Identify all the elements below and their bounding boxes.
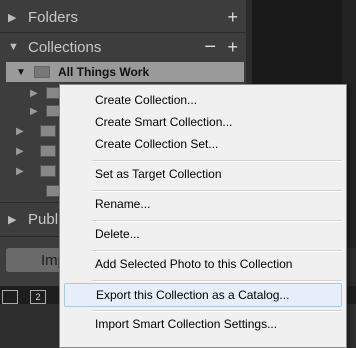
menu-item-label: Import Smart Collection Settings... [95,317,278,331]
menu-item-delete[interactable]: Delete... [64,222,342,246]
menu-item-export-as-catalog[interactable]: Export this Collection as a Catalog... [64,283,342,307]
publish-label: Publi [28,210,62,228]
page-one-button[interactable] [2,290,18,304]
folders-header[interactable]: ▶ Folders + [0,2,246,32]
collapse-triangle-icon: ▶ [8,213,17,226]
menu-separator [92,280,342,282]
remove-collection-icon[interactable]: − [204,36,216,59]
menu-item-rename[interactable]: Rename... [64,192,342,216]
page-two-button[interactable]: 2 [30,290,46,304]
collections-header[interactable]: ▼ Collections − + [0,32,246,62]
menu-item-set-target[interactable]: Set as Target Collection [64,162,342,186]
menu-item-label: Export this Collection as a Catalog... [96,288,290,302]
expand-triangle-icon: ▶ [16,165,24,177]
menu-item-label: Set as Target Collection [95,167,222,181]
expand-triangle-icon: ▶ [30,105,38,117]
collection-set-icon [40,165,56,177]
add-folder-icon[interactable]: + [227,7,238,28]
folders-label: Folders [28,8,79,26]
menu-item-import-smart-settings[interactable]: Import Smart Collection Settings... [64,312,342,336]
menu-item-label: Create Collection... [95,93,198,107]
expand-triangle-icon: ▶ [16,125,24,137]
menu-item-label: Create Smart Collection... [95,115,233,129]
expand-triangle-icon: ▼ [16,66,26,78]
collection-set-selected[interactable]: ▼ All Things Work [6,62,244,82]
collections-label: Collections [28,38,102,56]
collection-set-icon [40,125,56,137]
collection-set-icon [34,66,50,78]
context-menu: Create Collection... Create Smart Collec… [59,84,347,348]
menu-item-add-selected-photo[interactable]: Add Selected Photo to this Collection [64,252,342,276]
collection-set-icon [40,145,56,157]
collapse-triangle-icon: ▶ [8,11,17,24]
expand-triangle-icon: ▶ [30,87,38,99]
menu-item-create-collection[interactable]: Create Collection... [64,88,342,112]
menu-item-label: Create Collection Set... [95,137,219,151]
expand-triangle-icon: ▼ [8,41,19,53]
menu-item-label: Add Selected Photo to this Collection [95,257,293,271]
menu-item-create-smart-collection[interactable]: Create Smart Collection... [64,110,342,134]
menu-item-create-collection-set[interactable]: Create Collection Set... [64,132,342,156]
menu-item-label: Rename... [95,197,151,211]
menu-item-label: Delete... [95,227,140,241]
add-collection-icon[interactable]: + [227,37,238,58]
collection-set-label: All Things Work [58,65,150,79]
expand-triangle-icon: ▶ [16,145,24,157]
